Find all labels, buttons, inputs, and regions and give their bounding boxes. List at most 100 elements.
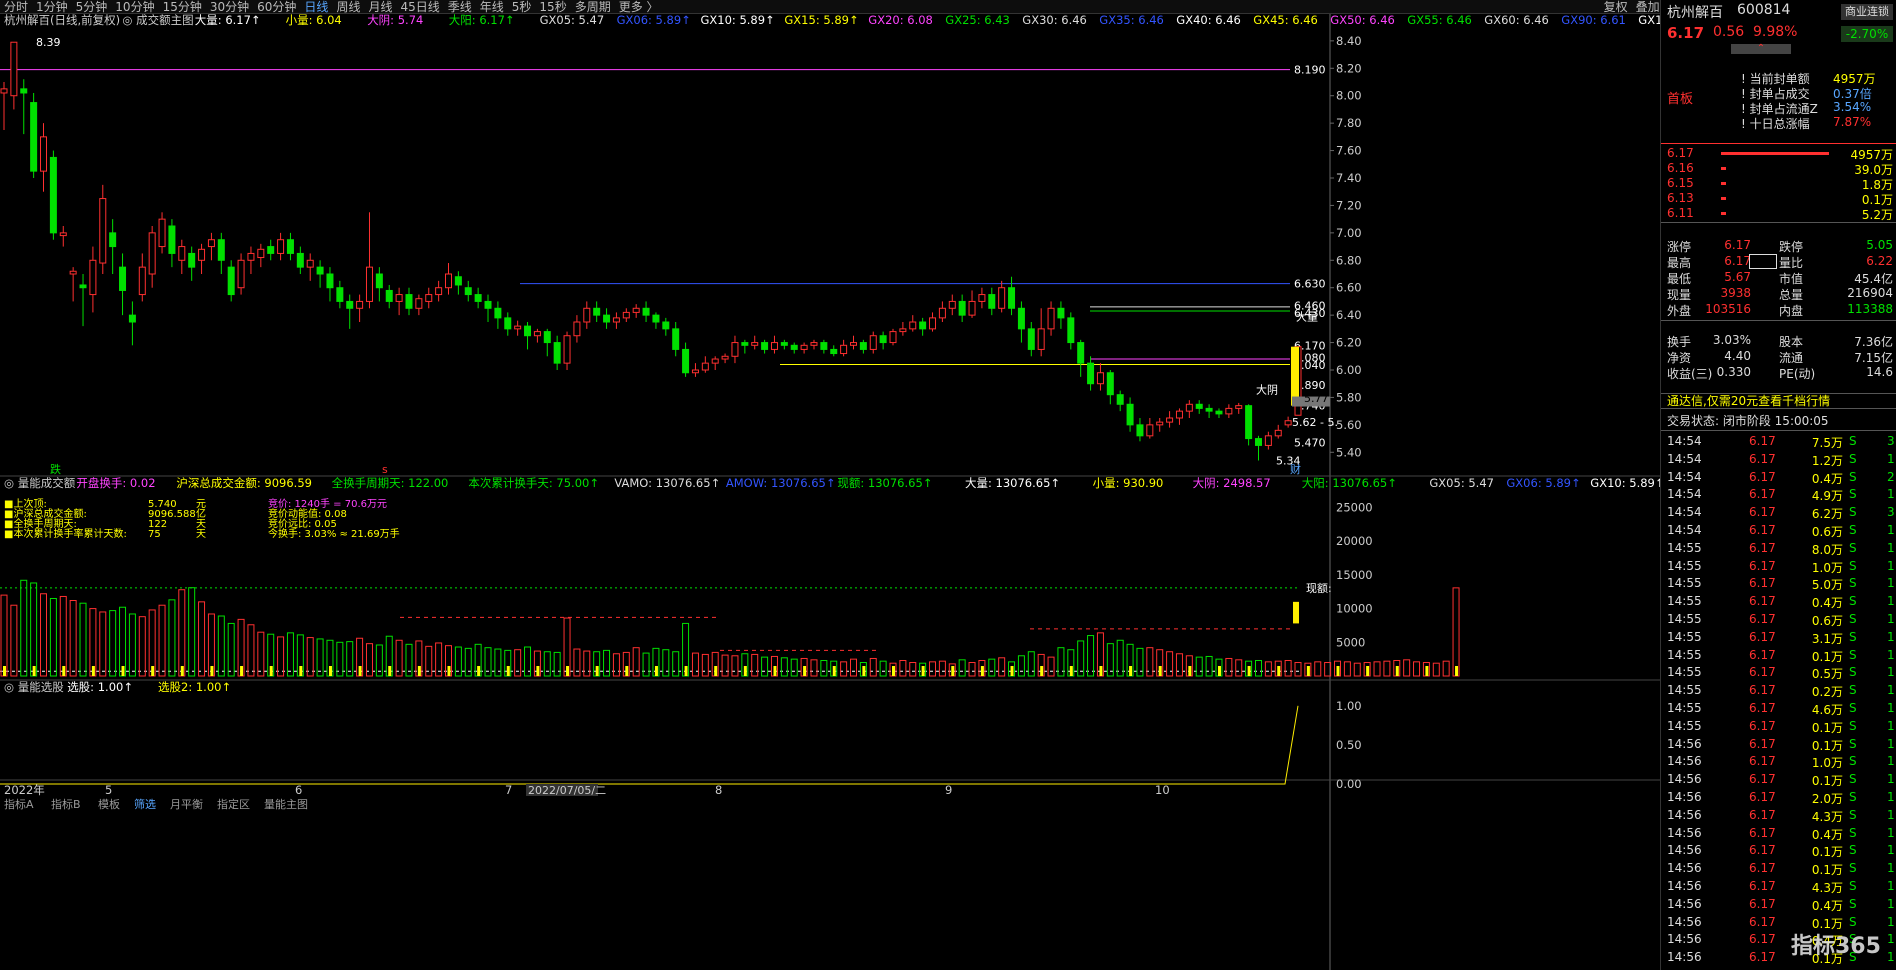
period-tab[interactable]: 10分钟 (111, 0, 158, 13)
tick-time: 14:54 (1667, 469, 1702, 484)
tick-side: S (1849, 665, 1857, 680)
period-tab[interactable]: 多周期 (571, 0, 615, 13)
indicator-label: 现额: 13076.65↑ (837, 476, 932, 490)
period-tab[interactable]: 15秒 (535, 0, 570, 13)
bottom-tab[interactable]: 月平衡 (170, 798, 203, 811)
candle (306, 253, 314, 281)
volume-bar (1403, 659, 1411, 677)
price-tick-label: 7.00 (1336, 226, 1362, 240)
bottom-tab[interactable]: 量能主图 (264, 797, 308, 811)
collapse-arrow-icon[interactable]: ⌃ (1731, 44, 1791, 54)
sidebar-row: 14:55 6.17 0.6万 S 1 (1661, 612, 1896, 629)
bottom-tab[interactable]: 指标A (4, 797, 34, 811)
volume-bar (1452, 587, 1460, 677)
volume-bar (30, 582, 38, 677)
period-tab[interactable]: 季线 (444, 0, 476, 13)
volume-sub-bar (684, 666, 688, 676)
sidebar-row: 14:54 6.17 6.2万 S 3 (1661, 505, 1896, 522)
indicator-label: GX05: 5.47 (1429, 476, 1494, 490)
tick-price: 6.17 (1749, 790, 1776, 804)
tick-side: S (1849, 896, 1857, 911)
bottom-tab[interactable]: 模板 (98, 797, 120, 811)
period-tab[interactable]: 更多 〉 (615, 0, 663, 13)
period-tab[interactable]: 月线 (364, 0, 396, 13)
indicator-label: GX05: 5.47 (540, 14, 605, 27)
candle (711, 356, 719, 370)
candle (207, 232, 215, 261)
bottom-tab[interactable]: 指标B (51, 797, 81, 811)
bottom-tab[interactable]: 指定区 (217, 797, 250, 811)
stock-change: 0.56 (1713, 24, 1745, 40)
tick-side: S (1849, 861, 1857, 876)
indicator-label: AMOW: 13076.65↑ (726, 476, 836, 490)
period-tab[interactable]: 年线 (476, 0, 508, 13)
candle (840, 339, 848, 357)
chart-area[interactable]: 杭州解百(日线,前复权) ◎ 成交额主图 大量: 6.17↑ 小量: 6.04 大阴: … (0, 14, 1660, 970)
period-tab[interactable]: 15分钟 (159, 0, 206, 13)
tick-side: S (1849, 629, 1857, 644)
indicator-label: 大量: 13076.65↑ (965, 476, 1060, 490)
sidebar-row: 14:56 6.17 4.3万 S 1 (1661, 808, 1896, 825)
candle (227, 260, 235, 302)
volume-bar (1314, 661, 1322, 677)
period-tab[interactable]: 5分钟 (72, 0, 112, 13)
bottom-tab[interactable]: 筛选 (134, 797, 156, 811)
volume-sub-bar (1188, 666, 1192, 676)
candle (691, 363, 699, 377)
volume-bar (464, 647, 472, 677)
candle (859, 339, 867, 354)
candle (69, 267, 77, 302)
volume-bar (721, 654, 729, 677)
tick-side: S (1849, 434, 1857, 448)
period-tab[interactable]: 30分钟 (206, 0, 253, 13)
signal-mark: 跌 (50, 462, 61, 476)
candle (1126, 397, 1134, 432)
tool-button[interactable]: 叠加 (1632, 0, 1664, 13)
tick-price: 6.17 (1749, 914, 1776, 929)
chart-svg[interactable]: 杭州解百(日线,前复权) ◎ 成交额主图 大量: 6.17↑ 小量: 6.04 大阴: … (0, 14, 1660, 970)
indicator-label: 大量: 6.17↑ (195, 14, 261, 27)
price-annotation: 5.62 - 5. (1292, 416, 1338, 429)
volume-bar (128, 613, 136, 677)
period-tab[interactable]: 5秒 (508, 0, 536, 13)
bid-price: 6.17 (1667, 146, 1694, 160)
volume-bar (968, 662, 976, 677)
tool-button[interactable]: 复权 (1600, 0, 1632, 13)
candle (1017, 301, 1025, 343)
price-tick-label: 6.20 (1336, 336, 1362, 350)
tick-time: 14:55 (1667, 540, 1702, 555)
tick-count: 1 (1887, 576, 1895, 591)
period-tab[interactable]: 60分钟 (253, 0, 300, 13)
period-tab[interactable]: 45日线 (396, 0, 443, 13)
candle (652, 312, 660, 329)
candle (326, 267, 334, 302)
bid-bar (1721, 182, 1727, 185)
tick-time: 14:55 (1667, 576, 1702, 591)
candle (435, 280, 443, 302)
candle (158, 212, 166, 254)
volume-bar (79, 602, 87, 677)
indicator-label: GX60: 6.46 (1484, 14, 1549, 27)
sector-badge[interactable]: 商业连锁 (1841, 4, 1893, 20)
volume-bar (1442, 660, 1450, 677)
candle (1027, 322, 1035, 357)
indicator-label: ◎ 量能成交额 (4, 476, 76, 490)
highlight-box (1749, 254, 1777, 269)
stat-value: 5.05 (1866, 238, 1893, 252)
candle (178, 239, 186, 274)
period-tab[interactable]: 日线 (300, 0, 332, 13)
period-tab[interactable]: 分时 (0, 0, 32, 13)
volume-sub-bar (1247, 666, 1251, 676)
volume-sub-bar (3, 666, 6, 676)
tick-side: S (1849, 807, 1857, 822)
period-tab[interactable]: 周线 (332, 0, 364, 13)
promo-link[interactable]: 通达信,仅需20元查看千档行情 (1661, 393, 1896, 409)
stat-value: 6.17 (1724, 238, 1751, 252)
tick-volume: 1.2万 (1811, 453, 1843, 468)
level-label: 5.470 (1294, 437, 1326, 450)
volume-sub-bar (1395, 666, 1399, 676)
stat-value: 0.330 (1716, 365, 1751, 379)
period-tab[interactable]: 1分钟 (32, 0, 72, 13)
x-tick-label: 10 (1155, 783, 1170, 797)
tick-time: 14:55 (1667, 718, 1702, 733)
